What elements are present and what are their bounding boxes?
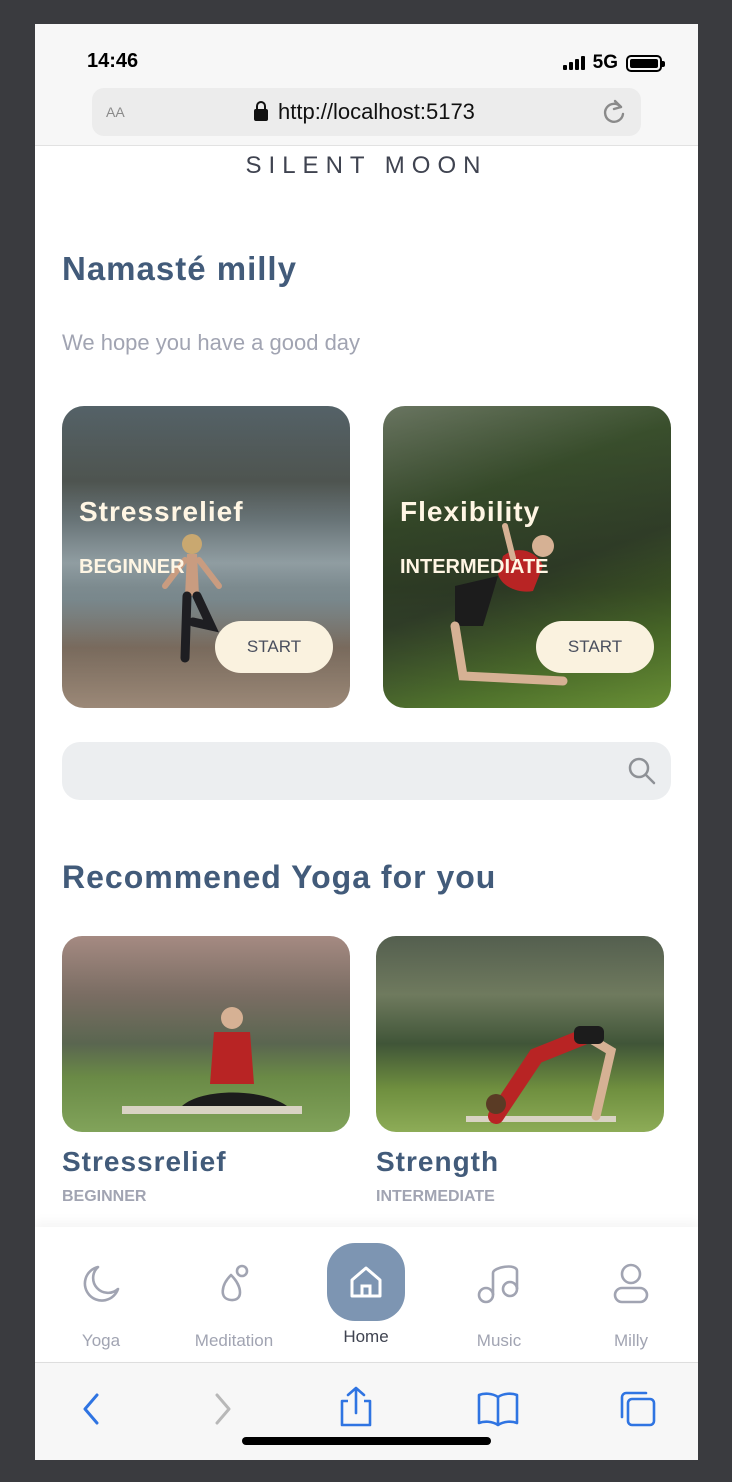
recommended-card-title: Stressrelief [62, 1146, 227, 1177]
brand-logo: SILENT MOON [245, 152, 488, 179]
meditation-icon [174, 1243, 294, 1325]
search-input[interactable] [62, 742, 671, 800]
network-type: 5G [592, 52, 618, 73]
share-icon[interactable] [338, 1385, 374, 1429]
nav-item-yoga[interactable]: Yoga [41, 1227, 161, 1351]
featured-card-level: BEGINNER [79, 556, 185, 578]
user-icon [571, 1243, 691, 1325]
featured-card-level: INTERMEDIATE [400, 556, 549, 578]
greeting-subtitle: We hope you have a good day [62, 330, 361, 355]
reload-icon[interactable] [599, 97, 629, 127]
featured-card-stressrelief[interactable]: Stressrelief BEGINNER START [62, 406, 350, 708]
status-time: 14:46 [87, 50, 139, 72]
nav-item-profile[interactable]: Milly [571, 1227, 691, 1351]
search-icon[interactable] [627, 756, 657, 786]
nav-item-meditation[interactable]: Meditation [174, 1227, 294, 1351]
recommended-image [62, 936, 350, 1132]
forward-icon[interactable] [207, 1389, 237, 1429]
start-button[interactable]: START [536, 621, 654, 673]
recommended-card-strength[interactable]: Strength INTERMEDIATE [376, 936, 664, 1206]
nav-item-music[interactable]: Music [439, 1227, 559, 1351]
featured-card-title: Flexibility [400, 496, 541, 527]
battery-icon [626, 54, 665, 72]
signal-icon [562, 56, 585, 70]
featured-card-flexibility[interactable]: Flexibility INTERMEDIATE START [383, 406, 671, 708]
recommended-card-level: INTERMEDIATE [376, 1188, 495, 1205]
moon-icon [41, 1243, 161, 1325]
recommended-card-stressrelief[interactable]: Stressrelief BEGINNER [62, 936, 350, 1206]
recommended-image [376, 936, 664, 1132]
back-icon[interactable] [77, 1389, 107, 1429]
music-icon [439, 1243, 559, 1325]
phone-screen: 14:46 5G AA http://localhost:5173 SILENT… [35, 24, 698, 1460]
recommended-card-level: BEGINNER [62, 1188, 147, 1205]
start-button[interactable]: START [215, 621, 333, 673]
recommended-card-title: Strength [376, 1146, 500, 1177]
lock-icon [254, 101, 268, 121]
tabs-icon[interactable] [618, 1389, 658, 1429]
home-indicator [242, 1437, 491, 1445]
featured-card-title: Stressrelief [79, 496, 244, 527]
status-indicators: 5G [562, 52, 665, 74]
bookmarks-icon[interactable] [476, 1389, 520, 1429]
browser-toolbar [35, 1362, 698, 1460]
text-size-button[interactable]: AA [106, 101, 125, 123]
greeting-title: Namasté milly [62, 250, 297, 287]
nav-item-home[interactable]: Home [306, 1227, 426, 1347]
address-bar[interactable]: AA http://localhost:5173 [92, 88, 641, 136]
browser-top-bar: 14:46 5G AA http://localhost:5173 [35, 24, 698, 146]
recommended-title: Recommened Yoga for you [62, 859, 497, 895]
home-icon [327, 1243, 405, 1321]
bottom-navigation: Yoga Meditation Home Music Milly [35, 1227, 698, 1361]
url-text: http://localhost:5173 [278, 99, 475, 124]
